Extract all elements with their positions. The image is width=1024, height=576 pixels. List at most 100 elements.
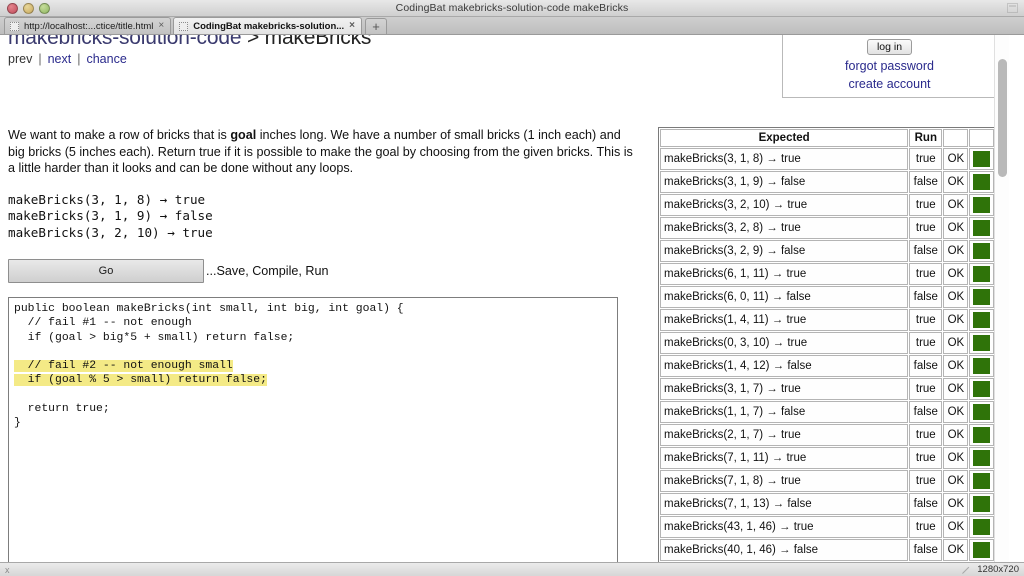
status-right-group: 1280x720 bbox=[961, 564, 1019, 575]
close-window-icon[interactable] bbox=[7, 2, 18, 14]
window-controls bbox=[0, 2, 50, 14]
table-row: makeBricks(3, 1, 9) → false false OK bbox=[660, 171, 994, 193]
test-results-panel: Expected Run makeBricks(3, 1, 8) → true t… bbox=[658, 127, 996, 562]
breadcrumb-section[interactable]: makebricks-solution-code bbox=[8, 35, 241, 49]
cell-status-swatch bbox=[969, 194, 994, 216]
page-favicon-icon bbox=[179, 21, 189, 31]
cell-status-swatch bbox=[969, 447, 994, 469]
cell-expected: makeBricks(0, 3, 10) → true bbox=[660, 332, 909, 354]
table-row: makeBricks(3, 1, 8) → true true OK bbox=[660, 148, 994, 170]
cell-expected: makeBricks(40, 1, 46) → false bbox=[660, 539, 909, 561]
maximize-window-icon[interactable] bbox=[39, 2, 50, 14]
page-favicon-icon bbox=[10, 21, 19, 31]
cell-status: OK bbox=[943, 148, 969, 170]
code-editor[interactable]: public boolean makeBricks(int small, int… bbox=[8, 297, 618, 562]
nav-prev-link[interactable]: prev bbox=[8, 52, 32, 66]
create-account-link[interactable]: create account bbox=[783, 77, 996, 91]
page-scrollbar-thumb[interactable] bbox=[998, 59, 1007, 177]
pass-color-swatch bbox=[973, 151, 990, 167]
test-results-body: makeBricks(3, 1, 8) → true true OK makeBric… bbox=[660, 148, 994, 562]
pass-color-swatch bbox=[973, 220, 990, 236]
page-content: makebricks-solution-code > makeBricks pr… bbox=[0, 35, 1009, 562]
nav-next-link[interactable]: next bbox=[48, 52, 72, 66]
table-row: makeBricks(3, 2, 8) → true true OK bbox=[660, 217, 994, 239]
pass-color-swatch bbox=[973, 335, 990, 351]
problem-description: We want to make a row of bricks that is … bbox=[8, 127, 640, 177]
code-line: if (goal > big*5 + small) return false; bbox=[14, 331, 295, 344]
code-line: public boolean makeBricks(int small, int… bbox=[14, 303, 404, 315]
cell-status-swatch bbox=[969, 378, 994, 400]
code-line-highlighted: if (goal % 5 > small) return false; bbox=[14, 374, 267, 387]
pass-color-swatch bbox=[973, 266, 990, 282]
cell-status: OK bbox=[943, 493, 969, 515]
breadcrumb-separator: > bbox=[246, 35, 260, 49]
page-vertical-scrollbar[interactable] bbox=[994, 35, 1009, 562]
go-button[interactable]: Go bbox=[8, 259, 204, 283]
cell-run-value: true bbox=[909, 516, 943, 538]
cell-status-swatch bbox=[969, 217, 994, 239]
close-tab-icon[interactable]: × bbox=[158, 21, 164, 31]
column-header-run: Run bbox=[909, 129, 943, 147]
nav-separator: | bbox=[77, 52, 81, 66]
code-editor-content: public boolean makeBricks(int small, int… bbox=[14, 302, 617, 431]
os-window: CodingBat makebricks-solution-code makeB… bbox=[0, 0, 1024, 576]
description-keyword: goal bbox=[230, 128, 257, 142]
window-menu-icon[interactable] bbox=[1007, 3, 1018, 13]
forgot-password-link[interactable]: forgot password bbox=[783, 59, 996, 73]
test-results-table: Expected Run makeBricks(3, 1, 8) → true t… bbox=[659, 128, 995, 562]
cell-status-swatch bbox=[969, 332, 994, 354]
cell-status: OK bbox=[943, 309, 969, 331]
pass-color-swatch bbox=[973, 197, 990, 213]
nav-chance-link[interactable]: chance bbox=[86, 52, 126, 66]
code-line-highlighted: // fail #2 -- not enough small bbox=[14, 360, 233, 373]
go-row: Go ...Save, Compile, Run bbox=[8, 259, 640, 283]
pass-color-swatch bbox=[973, 381, 990, 397]
cell-status-swatch bbox=[969, 263, 994, 285]
cell-expected: makeBricks(3, 2, 10) → true bbox=[660, 194, 909, 216]
cell-status: OK bbox=[943, 424, 969, 446]
cell-status-swatch bbox=[969, 516, 994, 538]
page-title: makeBricks bbox=[264, 35, 372, 49]
cell-run-value: true bbox=[909, 217, 943, 239]
cell-expected: makeBricks(1, 4, 12) → false bbox=[660, 355, 909, 377]
browser-tab-localhost[interactable]: http://localhost:...ctice/title.html × bbox=[4, 17, 172, 34]
cell-expected: makeBricks(43, 1, 46) → true bbox=[660, 516, 909, 538]
cell-status: OK bbox=[943, 263, 969, 285]
cell-run-value: true bbox=[909, 332, 943, 354]
table-row: makeBricks(7, 1, 13) → false false OK bbox=[660, 493, 994, 515]
cell-expected: makeBricks(7, 1, 13) → false bbox=[660, 493, 909, 515]
nav-separator: | bbox=[38, 52, 42, 66]
table-row: makeBricks(7, 1, 11) → true true OK bbox=[660, 447, 994, 469]
cell-status: OK bbox=[943, 401, 969, 423]
pass-color-swatch bbox=[973, 519, 990, 535]
cell-expected: makeBricks(3, 2, 9) → false bbox=[660, 240, 909, 262]
cell-expected: makeBricks(3, 1, 9) → false bbox=[660, 171, 909, 193]
table-row: makeBricks(1, 4, 11) → true true OK bbox=[660, 309, 994, 331]
pass-color-swatch bbox=[973, 404, 990, 420]
column-header-status bbox=[943, 129, 969, 147]
minimize-window-icon[interactable] bbox=[23, 2, 34, 14]
pass-color-swatch bbox=[973, 473, 990, 489]
pass-color-swatch bbox=[973, 496, 990, 512]
table-row: makeBricks(6, 0, 11) → false false OK bbox=[660, 286, 994, 308]
pass-color-swatch bbox=[973, 312, 990, 328]
table-row: makeBricks(3, 2, 10) → true true OK bbox=[660, 194, 994, 216]
cell-status: OK bbox=[943, 286, 969, 308]
cell-status: OK bbox=[943, 194, 969, 216]
table-row: makeBricks(1, 4, 12) → false false OK bbox=[660, 355, 994, 377]
cell-status: OK bbox=[943, 217, 969, 239]
cell-expected: makeBricks(6, 0, 11) → false bbox=[660, 286, 909, 308]
cell-status-swatch bbox=[969, 355, 994, 377]
table-header-row: Expected Run bbox=[660, 129, 994, 147]
table-row: makeBricks(1, 1, 7) → false false OK bbox=[660, 401, 994, 423]
window-titlebar: CodingBat makebricks-solution-code makeB… bbox=[0, 0, 1024, 17]
cell-status-swatch bbox=[969, 286, 994, 308]
browser-tab-codingbat[interactable]: CodingBat makebricks-solution... × bbox=[173, 17, 363, 34]
pencil-icon bbox=[962, 566, 970, 574]
cell-expected: makeBricks(1, 4, 11) → true bbox=[660, 309, 909, 331]
screen-resolution-label: 1280x720 bbox=[977, 564, 1019, 575]
log-in-button[interactable]: log in bbox=[866, 39, 913, 55]
close-tab-icon[interactable]: × bbox=[349, 21, 355, 31]
cell-expected: makeBricks(7, 1, 8) → true bbox=[660, 470, 909, 492]
new-tab-button[interactable]: + bbox=[365, 18, 388, 34]
